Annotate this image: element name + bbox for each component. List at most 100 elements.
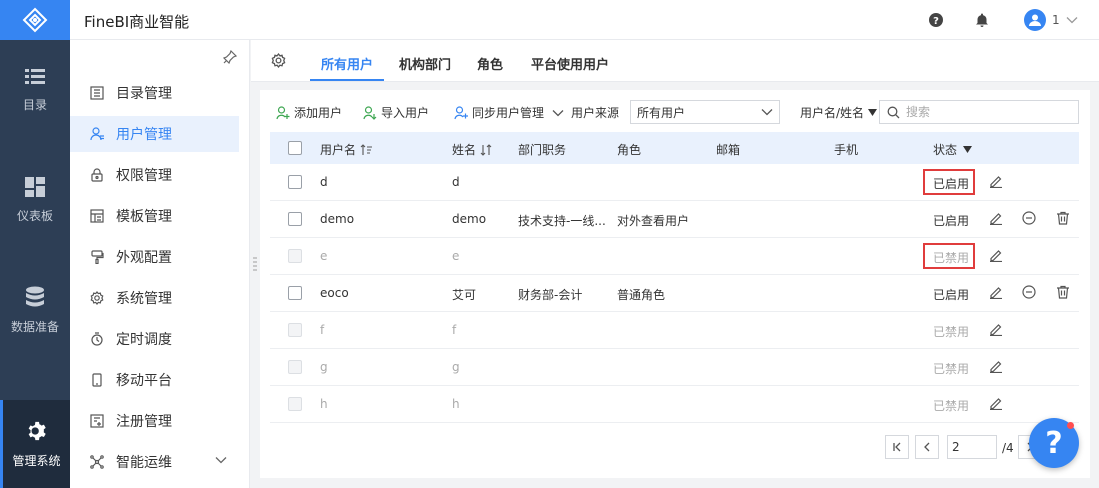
sort-icon: [480, 143, 492, 156]
source-label: 用户来源: [571, 106, 620, 120]
search-field-label: 用户名/姓名: [800, 106, 865, 120]
sidebar-item-label: 模板管理: [116, 209, 172, 225]
cell-status: 已禁用: [933, 362, 970, 376]
delete-button[interactable]: [1056, 211, 1070, 225]
cell-username: eoco: [320, 286, 349, 300]
rail-item-data-prep[interactable]: 数据准备: [0, 275, 70, 345]
user-menu[interactable]: 1: [1024, 9, 1078, 31]
rail-item-label: 数据准备: [10, 319, 59, 334]
cell-role: 普通角色: [617, 288, 666, 302]
settings-icon[interactable]: [271, 53, 286, 68]
row-checkbox[interactable]: [288, 323, 302, 337]
row-checkbox[interactable]: [288, 360, 302, 374]
disable-button[interactable]: [1022, 211, 1036, 225]
sync-user-dropdown[interactable]: 同步用户管理: [454, 104, 564, 121]
cell-status: 已禁用: [933, 251, 970, 265]
column-realname[interactable]: 姓名: [452, 141, 492, 158]
row-checkbox[interactable]: [288, 175, 302, 189]
search-box[interactable]: [879, 100, 1079, 124]
select-all-checkbox[interactable]: [288, 141, 302, 155]
column-header-label: 姓名: [452, 143, 477, 157]
sidebar-item-permissions[interactable]: 权限管理: [70, 157, 239, 193]
cell-username: e: [320, 249, 328, 263]
chevron-down-icon[interactable]: [215, 456, 227, 464]
cell-dept: 技术支持-一线...: [518, 214, 606, 228]
edit-button[interactable]: [989, 285, 1003, 299]
edit-button[interactable]: [989, 248, 1003, 262]
import-user-button[interactable]: 导入用户: [363, 104, 429, 121]
sidebar-item-label: 外观配置: [116, 250, 172, 266]
app-title: FineBI商业智能: [84, 13, 190, 31]
sidebar-item-system[interactable]: 系统管理: [70, 280, 239, 316]
column-status[interactable]: 状态: [933, 141, 973, 158]
edit-button[interactable]: [989, 322, 1003, 336]
add-user-button[interactable]: 添加用户: [276, 104, 342, 121]
pin-icon[interactable]: [223, 50, 237, 64]
database-icon: [26, 286, 44, 306]
row-checkbox[interactable]: [288, 397, 302, 411]
sidebar-item-users[interactable]: 用户管理: [70, 116, 239, 152]
tab-platform-users[interactable]: 平台使用用户: [531, 54, 609, 73]
sidebar-item-ops[interactable]: 智能运维: [70, 444, 239, 480]
edit-icon: [990, 361, 1002, 373]
edit-button[interactable]: [989, 396, 1003, 410]
caret-down-icon: [963, 146, 973, 153]
sidebar-item-appearance[interactable]: 外观配置: [70, 239, 239, 275]
ops-icon: [90, 455, 104, 469]
notification-dot: [1067, 422, 1074, 429]
page-number-input[interactable]: 2: [947, 435, 997, 459]
disable-button[interactable]: [1022, 285, 1036, 299]
chevron-left-icon: [924, 442, 930, 452]
edit-button[interactable]: [989, 174, 1003, 188]
edit-button[interactable]: [989, 359, 1003, 373]
user-tabs: 所有用户 机构部门 角色 平台使用用户: [251, 40, 1099, 82]
app-logo[interactable]: [0, 0, 70, 40]
page-total: /4: [1002, 441, 1014, 455]
cell-realname: e: [452, 249, 460, 263]
column-header-label: 用户名: [320, 143, 357, 157]
cell-status: 已启用: [933, 214, 970, 228]
add-user-label: 添加用户: [294, 106, 343, 120]
management-sidebar: 目录管理 用户管理 权限管理 模板管理 外观配置 系统管理 定时调度 移动平台 …: [70, 40, 250, 488]
brush-icon: [91, 250, 104, 264]
import-user-label: 导入用户: [381, 106, 430, 120]
search-input[interactable]: [906, 105, 1066, 119]
cell-username: h: [320, 397, 328, 411]
first-page-button[interactable]: [885, 435, 909, 459]
sidebar-item-mobile[interactable]: 移动平台: [70, 362, 239, 398]
tab-roles[interactable]: 角色: [477, 54, 503, 73]
resize-handle-icon[interactable]: [253, 257, 257, 271]
source-select-value: 所有用户: [637, 105, 686, 120]
sync-user-label: 同步用户管理: [472, 106, 545, 120]
nav-rail: 目录 仪表板 数据准备 管理系统: [0, 0, 70, 488]
edit-button[interactable]: [989, 211, 1003, 225]
row-checkbox[interactable]: [288, 286, 302, 300]
row-checkbox[interactable]: [288, 212, 302, 226]
prev-page-button[interactable]: [915, 435, 939, 459]
add-user-icon: [276, 105, 290, 119]
sidebar-item-catalog[interactable]: 目录管理: [70, 75, 239, 111]
rail-item-dashboard[interactable]: 仪表板: [0, 165, 70, 235]
sidebar-item-label: 用户管理: [116, 127, 172, 143]
column-email: 邮箱: [716, 143, 741, 157]
disable-icon: [1022, 285, 1036, 299]
sidebar-item-register[interactable]: 注册管理: [70, 403, 239, 439]
delete-button[interactable]: [1056, 285, 1070, 299]
rail-item-catalog[interactable]: 目录: [0, 55, 70, 125]
cell-username: d: [320, 175, 328, 189]
source-select[interactable]: 所有用户: [630, 100, 780, 124]
cell-dept: 财务部-会计: [518, 288, 583, 302]
bell-icon[interactable]: [974, 12, 990, 28]
row-checkbox[interactable]: [288, 249, 302, 263]
sidebar-item-templates[interactable]: 模板管理: [70, 198, 239, 234]
search-field-dropdown[interactable]: 用户名/姓名: [800, 104, 878, 121]
tab-all-users[interactable]: 所有用户: [321, 54, 373, 73]
edit-icon: [990, 287, 1002, 299]
column-username[interactable]: 用户名: [320, 141, 373, 158]
rail-item-management[interactable]: 管理系统: [0, 400, 70, 488]
help-icon[interactable]: ?: [928, 12, 944, 28]
lock-icon: [91, 168, 103, 182]
sidebar-item-schedule[interactable]: 定时调度: [70, 321, 239, 357]
column-dept: 部门职务: [518, 143, 567, 157]
tab-departments[interactable]: 机构部门: [399, 54, 451, 73]
